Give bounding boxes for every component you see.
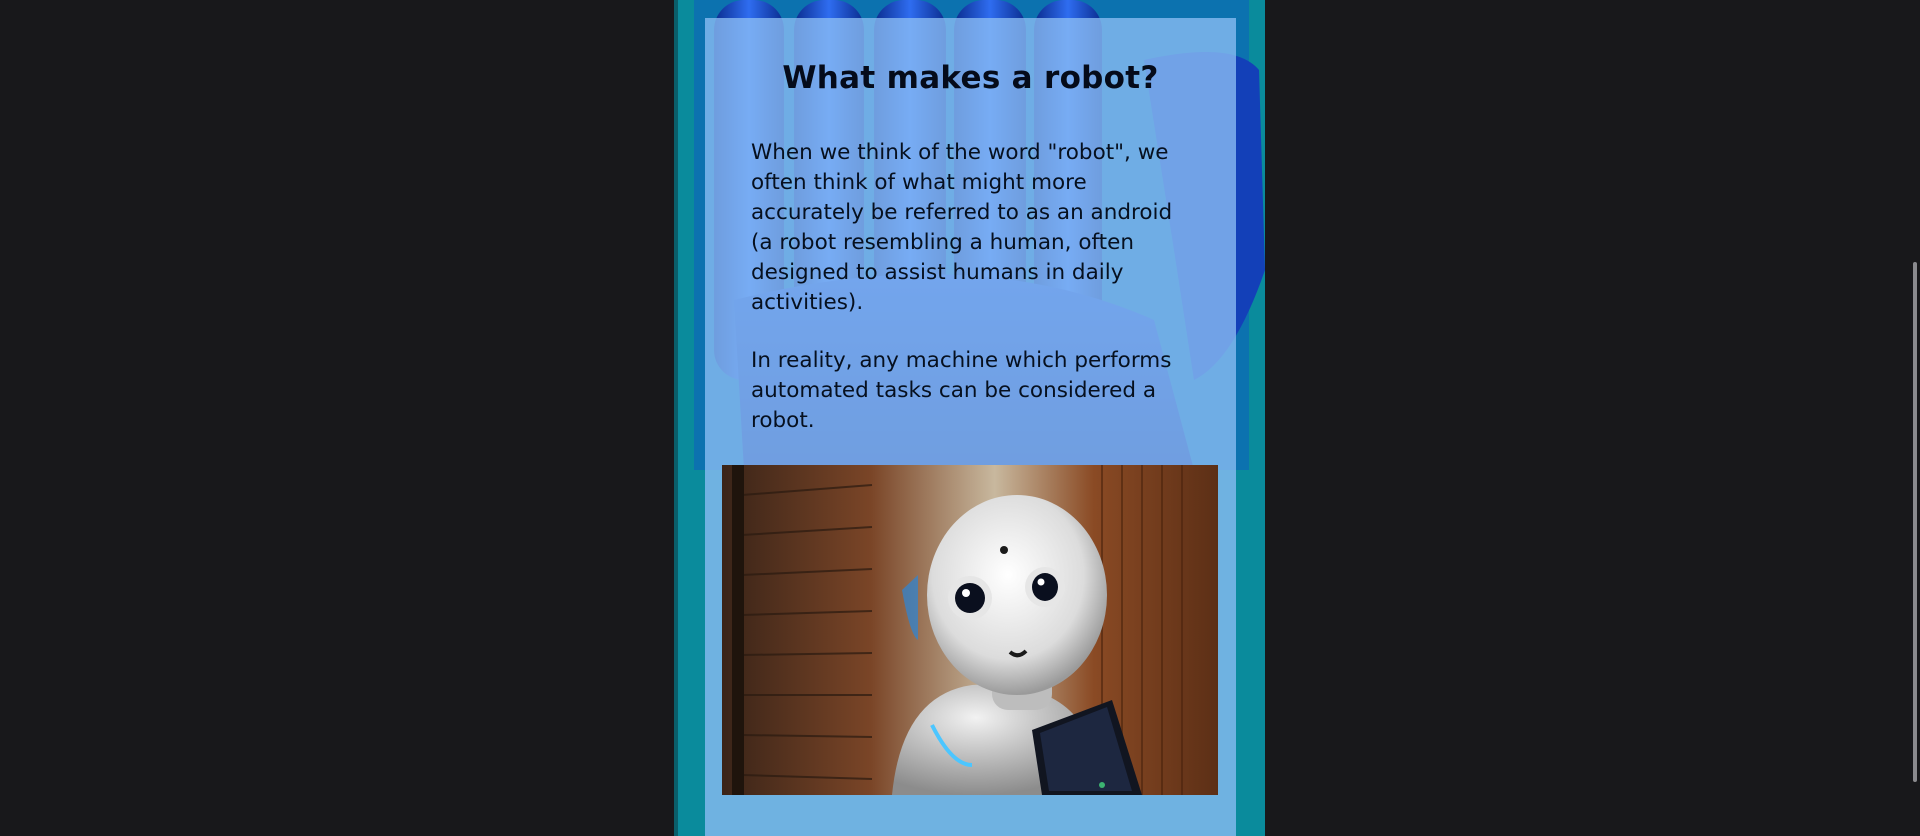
- scrollbar-track[interactable]: [1908, 0, 1920, 836]
- article-card: What makes a robot? When we think of the…: [705, 18, 1236, 836]
- article-title: What makes a robot?: [782, 60, 1159, 96]
- scrollbar-thumb[interactable]: [1913, 262, 1917, 782]
- article-paragraph-2: In reality, any machine which performs a…: [751, 348, 1172, 433]
- humanoid-robot-photo: [722, 465, 1218, 795]
- content-column: What makes a robot? When we think of the…: [674, 0, 1265, 836]
- article-paragraph-1: When we think of the word "robot", we of…: [751, 140, 1173, 315]
